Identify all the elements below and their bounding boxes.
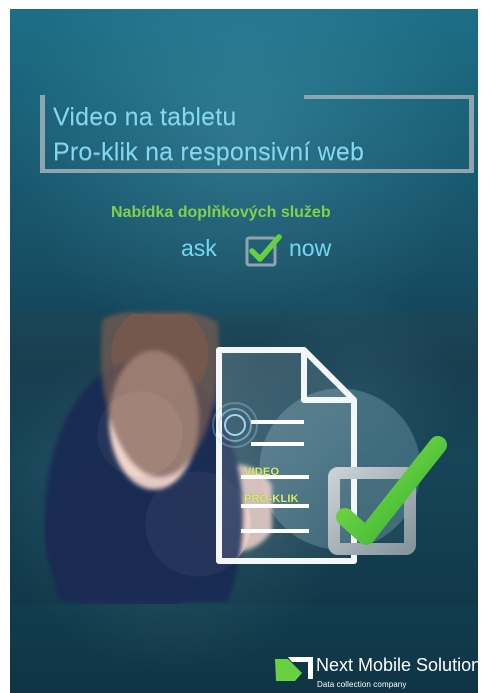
document-label-video: VIDEO (244, 466, 280, 478)
now-word: now (289, 235, 332, 261)
title-frame-bottom-border (40, 169, 474, 173)
poster-background: Video na tabletu Pro-klik na responsivní… (10, 9, 478, 693)
page: Video na tabletu Pro-klik na responsivní… (0, 0, 488, 693)
title-frame-left-border (40, 95, 45, 173)
services-subtitle: Nabídka doplňkových služeb (111, 204, 331, 221)
title-frame-top-border (304, 95, 474, 99)
ask-now-logo: ask now (181, 234, 341, 272)
document-label-proklik: PRO-KLIK (244, 493, 299, 505)
title-line-2: Pro-klik na responsivní web (53, 138, 365, 166)
title-line-1: Video na tabletu (53, 103, 237, 131)
check-icon (328, 436, 447, 555)
company-branding: Next Mobile Solutions Data collection co… (274, 653, 478, 693)
company-tagline: Data collection company (317, 680, 407, 689)
title-frame-right-border (469, 95, 474, 173)
ask-word: ask (181, 235, 217, 261)
check-icon (245, 234, 282, 267)
logo-icon (275, 657, 313, 681)
company-name: Next Mobile Solutions (316, 655, 478, 675)
